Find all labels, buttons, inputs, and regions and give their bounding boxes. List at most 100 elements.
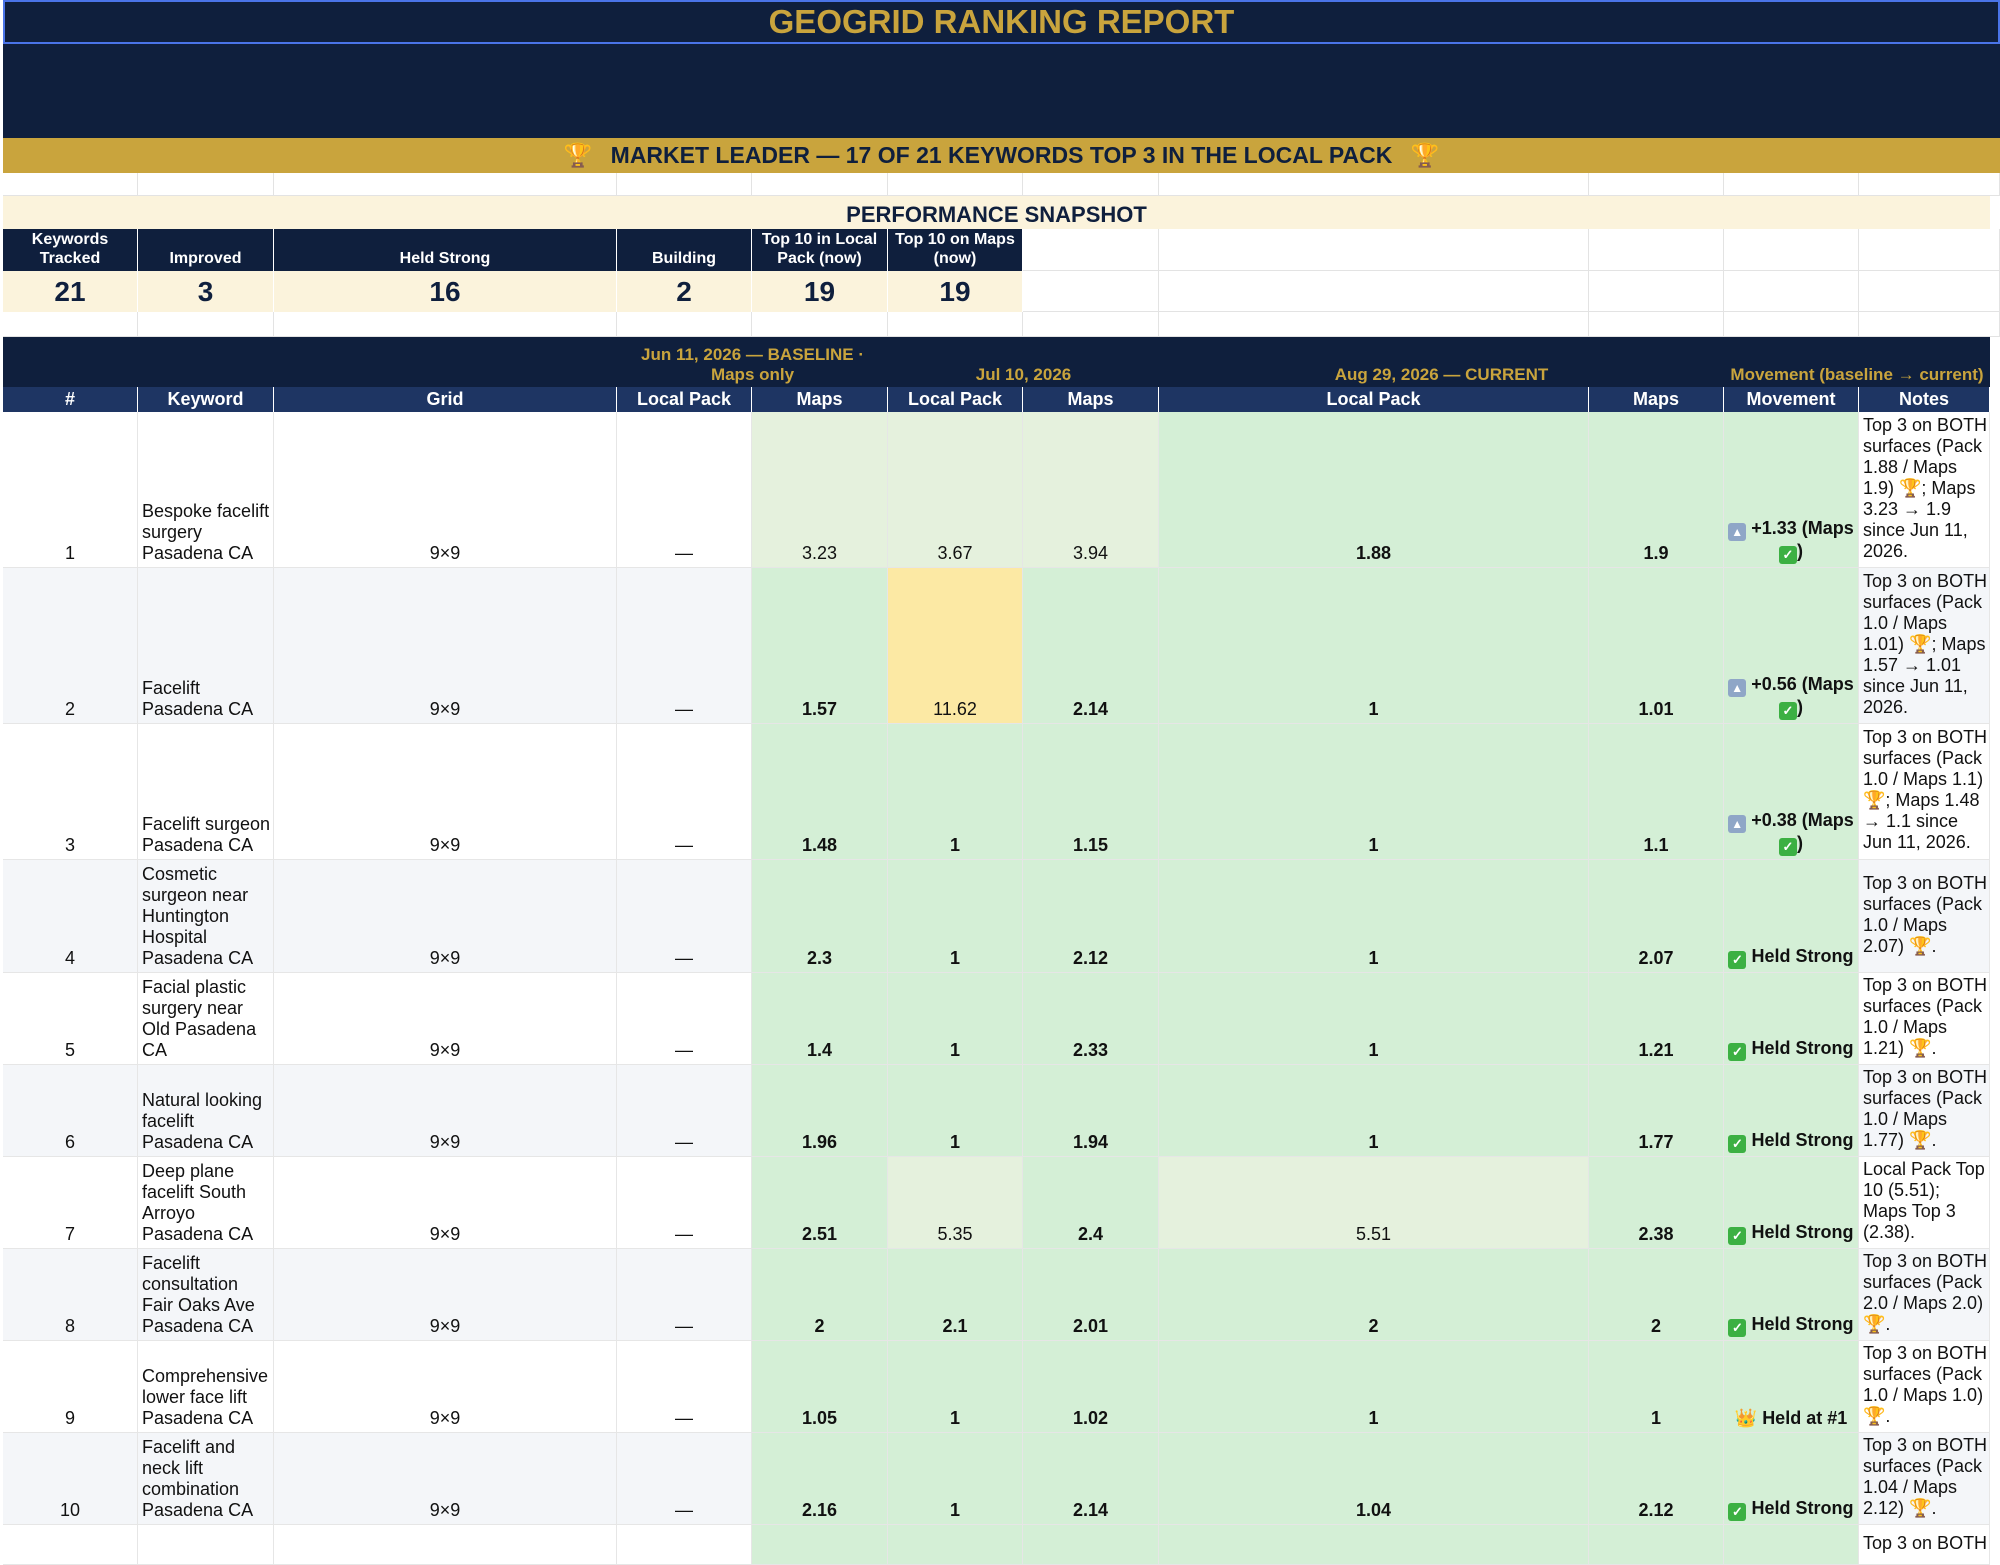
current-pack-cell[interactable]: 1 bbox=[1159, 1065, 1589, 1157]
mid-maps-cell[interactable]: 2.14 bbox=[1023, 568, 1159, 724]
current-maps-cell[interactable]: 1.77 bbox=[1589, 1065, 1724, 1157]
column-header[interactable]: Maps bbox=[1589, 387, 1724, 412]
mid-pack-cell[interactable]: 11.62 bbox=[888, 568, 1023, 724]
row-number[interactable]: 1 bbox=[3, 412, 138, 568]
table-row[interactable]: 2 Facelift Pasadena CA 9×9 — 1.57 11.62 2.14 1 1… bbox=[3, 568, 2000, 724]
keyword-cell[interactable]: Comprehensive lower face lift Pasadena C… bbox=[138, 1341, 274, 1433]
notes-cell[interactable]: Top 3 on BOTH surfaces (Pack 1.04 / Maps… bbox=[1859, 1433, 1990, 1525]
grid-cell[interactable]: 9×9 bbox=[274, 568, 617, 724]
baseline-pack-cell[interactable]: — bbox=[617, 973, 752, 1065]
mid-pack-cell[interactable] bbox=[888, 1525, 1023, 1565]
table-row[interactable]: 4 Cosmetic surgeon near Huntington Hospit… bbox=[3, 860, 2000, 973]
movement-cell[interactable]: ✓ Held Strong bbox=[1724, 1249, 1859, 1341]
mid-maps-cell[interactable]: 2.01 bbox=[1023, 1249, 1159, 1341]
row-number[interactable]: 4 bbox=[3, 860, 138, 973]
baseline-pack-cell[interactable]: — bbox=[617, 1341, 752, 1433]
column-header[interactable]: Maps bbox=[1023, 387, 1159, 412]
keyword-cell[interactable] bbox=[138, 1525, 274, 1565]
movement-cell[interactable]: ▲ +0.56 (Maps ✓) bbox=[1724, 568, 1859, 724]
mid-maps-cell[interactable]: 2.12 bbox=[1023, 860, 1159, 973]
keyword-cell[interactable]: Bespoke facelift surgery Pasadena CA bbox=[138, 412, 274, 568]
mid-maps-cell[interactable]: 2.14 bbox=[1023, 1433, 1159, 1525]
current-maps-cell[interactable]: 1.9 bbox=[1589, 412, 1724, 568]
mid-pack-cell[interactable]: 1 bbox=[888, 860, 1023, 973]
grid-cell[interactable]: 9×9 bbox=[274, 1341, 617, 1433]
current-maps-cell[interactable]: 1 bbox=[1589, 1341, 1724, 1433]
column-header[interactable]: Local Pack bbox=[617, 387, 752, 412]
movement-cell[interactable]: ▲ +1.33 (Maps ✓) bbox=[1724, 412, 1859, 568]
grid-cell[interactable]: 9×9 bbox=[274, 1065, 617, 1157]
keyword-cell[interactable]: Facelift consultation Fair Oaks Ave Pasa… bbox=[138, 1249, 274, 1341]
current-maps-cell[interactable] bbox=[1589, 1525, 1724, 1565]
table-row[interactable]: 8 Facelift consultation Fair Oaks Ave Pas… bbox=[3, 1249, 2000, 1341]
movement-cell[interactable]: ✓ Held Strong bbox=[1724, 973, 1859, 1065]
mid-maps-cell[interactable]: 1.02 bbox=[1023, 1341, 1159, 1433]
column-header[interactable]: Local Pack bbox=[1159, 387, 1589, 412]
notes-cell[interactable]: Top 3 on BOTH surfaces (Pack 1.0 / Maps … bbox=[1859, 1341, 1990, 1433]
table-row[interactable]: 5 Facial plastic surgery near Old Pasaden… bbox=[3, 973, 2000, 1065]
movement-cell[interactable]: ▲ +0.38 (Maps ✓) bbox=[1724, 724, 1859, 860]
current-pack-cell[interactable]: 5.51 bbox=[1159, 1157, 1589, 1249]
grid-cell[interactable]: 9×9 bbox=[274, 724, 617, 860]
row-number[interactable]: 7 bbox=[3, 1157, 138, 1249]
row-number[interactable] bbox=[3, 1525, 138, 1565]
mid-pack-cell[interactable]: 1 bbox=[888, 1433, 1023, 1525]
notes-cell[interactable]: Top 3 on BOTH surfaces (Pack 1.0 / Maps … bbox=[1859, 860, 1990, 973]
baseline-maps-cell[interactable]: 2.51 bbox=[752, 1157, 888, 1249]
current-pack-cell[interactable]: 1.04 bbox=[1159, 1433, 1589, 1525]
current-pack-cell[interactable]: 2 bbox=[1159, 1249, 1589, 1341]
keyword-cell[interactable]: Natural looking facelift Pasadena CA bbox=[138, 1065, 274, 1157]
row-number[interactable]: 5 bbox=[3, 973, 138, 1065]
keyword-cell[interactable]: Deep plane facelift South Arroyo Pasaden… bbox=[138, 1157, 274, 1249]
current-pack-cell[interactable]: 1.88 bbox=[1159, 412, 1589, 568]
table-row[interactable]: Top 3 on BOTH bbox=[3, 1525, 2000, 1565]
current-pack-cell[interactable]: 1 bbox=[1159, 1341, 1589, 1433]
mid-pack-cell[interactable]: 2.1 bbox=[888, 1249, 1023, 1341]
table-row[interactable]: 3 Facelift surgeon Pasadena CA 9×9 — 1.48 1 1.… bbox=[3, 724, 2000, 860]
baseline-pack-cell[interactable] bbox=[617, 1525, 752, 1565]
grid-cell[interactable]: 9×9 bbox=[274, 412, 617, 568]
notes-cell[interactable]: Top 3 on BOTH surfaces (Pack 1.0 / Maps … bbox=[1859, 724, 1990, 860]
baseline-pack-cell[interactable]: — bbox=[617, 724, 752, 860]
baseline-pack-cell[interactable]: — bbox=[617, 1249, 752, 1341]
movement-cell[interactable]: 👑 Held at #1 bbox=[1724, 1341, 1859, 1433]
report-title[interactable]: GEOGRID RANKING REPORT bbox=[3, 0, 2000, 44]
row-number[interactable]: 3 bbox=[3, 724, 138, 860]
row-number[interactable]: 10 bbox=[3, 1433, 138, 1525]
current-pack-cell[interactable]: 1 bbox=[1159, 973, 1589, 1065]
column-header[interactable]: Maps bbox=[752, 387, 888, 412]
baseline-maps-cell[interactable]: 1.48 bbox=[752, 724, 888, 860]
baseline-maps-cell[interactable]: 2.3 bbox=[752, 860, 888, 973]
notes-cell[interactable]: Top 3 on BOTH surfaces (Pack 1.0 / Maps … bbox=[1859, 973, 1990, 1065]
current-pack-cell[interactable]: 1 bbox=[1159, 568, 1589, 724]
table-row[interactable]: 1 Bespoke facelift surgery Pasadena CA 9×9… bbox=[3, 412, 2000, 568]
mid-pack-cell[interactable]: 1 bbox=[888, 724, 1023, 860]
notes-cell[interactable]: Top 3 on BOTH surfaces (Pack 1.0 / Maps … bbox=[1859, 1065, 1990, 1157]
baseline-maps-cell[interactable]: 2 bbox=[752, 1249, 888, 1341]
mid-maps-cell[interactable]: 2.4 bbox=[1023, 1157, 1159, 1249]
baseline-maps-cell[interactable]: 3.23 bbox=[752, 412, 888, 568]
keyword-cell[interactable]: Facelift Pasadena CA bbox=[138, 568, 274, 724]
row-number[interactable]: 6 bbox=[3, 1065, 138, 1157]
current-maps-cell[interactable]: 2 bbox=[1589, 1249, 1724, 1341]
current-pack-cell[interactable]: 1 bbox=[1159, 860, 1589, 973]
mid-maps-cell[interactable]: 3.94 bbox=[1023, 412, 1159, 568]
mid-pack-cell[interactable]: 3.67 bbox=[888, 412, 1023, 568]
table-row[interactable]: 10 Facelift and neck lift combination Pas… bbox=[3, 1433, 2000, 1525]
column-header[interactable]: # bbox=[3, 387, 138, 412]
movement-cell[interactable] bbox=[1724, 1525, 1859, 1565]
current-pack-cell[interactable] bbox=[1159, 1525, 1589, 1565]
notes-cell[interactable]: Top 3 on BOTH surfaces (Pack 1.0 / Maps … bbox=[1859, 568, 1990, 724]
current-maps-cell[interactable]: 1.1 bbox=[1589, 724, 1724, 860]
baseline-pack-cell[interactable]: — bbox=[617, 1433, 752, 1525]
baseline-maps-cell[interactable] bbox=[752, 1525, 888, 1565]
keyword-cell[interactable]: Cosmetic surgeon near Huntington Hospita… bbox=[138, 860, 274, 973]
baseline-pack-cell[interactable]: — bbox=[617, 860, 752, 973]
notes-cell[interactable]: Top 3 on BOTH surfaces (Pack 2.0 / Maps … bbox=[1859, 1249, 1990, 1341]
mid-pack-cell[interactable]: 1 bbox=[888, 973, 1023, 1065]
movement-cell[interactable]: ✓ Held Strong bbox=[1724, 1433, 1859, 1525]
baseline-maps-cell[interactable]: 1.57 bbox=[752, 568, 888, 724]
baseline-pack-cell[interactable]: — bbox=[617, 568, 752, 724]
table-row[interactable]: 9 Comprehensive lower face lift Pasadena … bbox=[3, 1341, 2000, 1433]
keyword-cell[interactable]: Facelift and neck lift combination Pasad… bbox=[138, 1433, 274, 1525]
